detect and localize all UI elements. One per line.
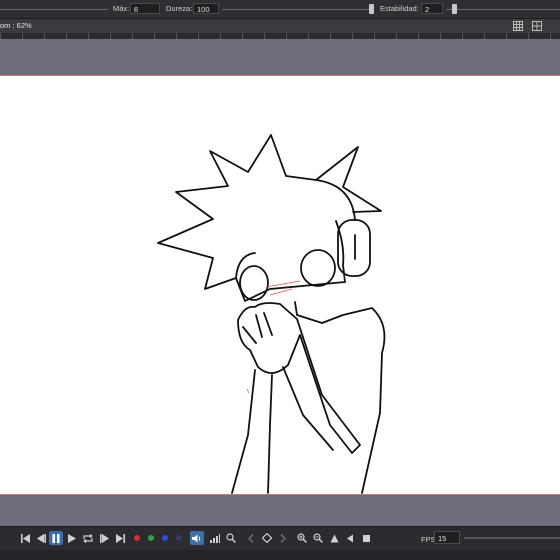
neck-line [294,301,323,324]
torso-right [321,307,386,494]
zoom-out-icon[interactable] [311,531,325,545]
magnify-icon[interactable] [224,531,238,545]
hardness-slider-track[interactable] [222,9,372,10]
hands-outline [237,302,361,454]
headphone-band [315,179,356,221]
fps-input[interactable]: 15 [434,531,460,544]
max-label: Máx: [113,4,130,13]
pause-icon[interactable] [49,531,63,545]
prev-key-icon[interactable] [244,531,258,545]
loop-icon[interactable] [81,531,95,545]
grid-icon[interactable] [513,21,523,31]
zoom-bar: om : 62% [0,19,560,33]
zoom-label: om : 62% [0,21,32,30]
left-eye [239,265,269,301]
stability-slider-track[interactable] [446,9,560,10]
sound-icon[interactable] [190,531,204,545]
tool-options-bar: Máx: 6 Dureza: 100 Estabilidad: 2 [0,0,560,19]
prev-frame-icon[interactable] [34,531,48,545]
status-strip [0,550,560,560]
hair-outline [157,134,382,290]
next-frame-icon[interactable] [97,531,111,545]
max-slider-track[interactable] [0,9,108,10]
forearm [282,366,334,451]
stability-label: Estabilidad: [380,4,419,13]
play-icon[interactable] [65,531,79,545]
grid-alt-icon[interactable] [532,21,542,31]
right-eye [300,249,336,287]
arm-inner [267,374,273,494]
last-frame-icon[interactable] [113,531,127,545]
waveform-icon[interactable] [208,531,222,545]
zoom-in-icon[interactable] [295,531,309,545]
keyframe-icon[interactable] [260,531,274,545]
sketch-drawing [157,134,386,494]
green-onion-icon[interactable] [144,531,158,545]
next-key-icon[interactable] [276,531,290,545]
hardness-slider-handle[interactable] [369,4,374,14]
stability-slider-handle[interactable] [452,4,457,14]
flip-up-icon[interactable] [327,531,341,545]
dark-onion-icon[interactable] [172,531,186,545]
stability-input[interactable]: 2 [421,3,443,14]
hardness-input[interactable]: 100 [193,3,219,14]
stop-icon[interactable] [359,531,373,545]
first-frame-icon[interactable] [18,531,32,545]
fps-slider-track[interactable] [464,537,560,539]
max-input[interactable]: 6 [130,3,160,14]
blue-onion-icon[interactable] [158,531,172,545]
hardness-label: Dureza: [166,4,193,13]
torso-left [231,369,256,494]
red-onion-icon[interactable] [130,531,144,545]
timeline-bar: FPS 15 [0,526,560,551]
flip-icon[interactable] [343,531,357,545]
